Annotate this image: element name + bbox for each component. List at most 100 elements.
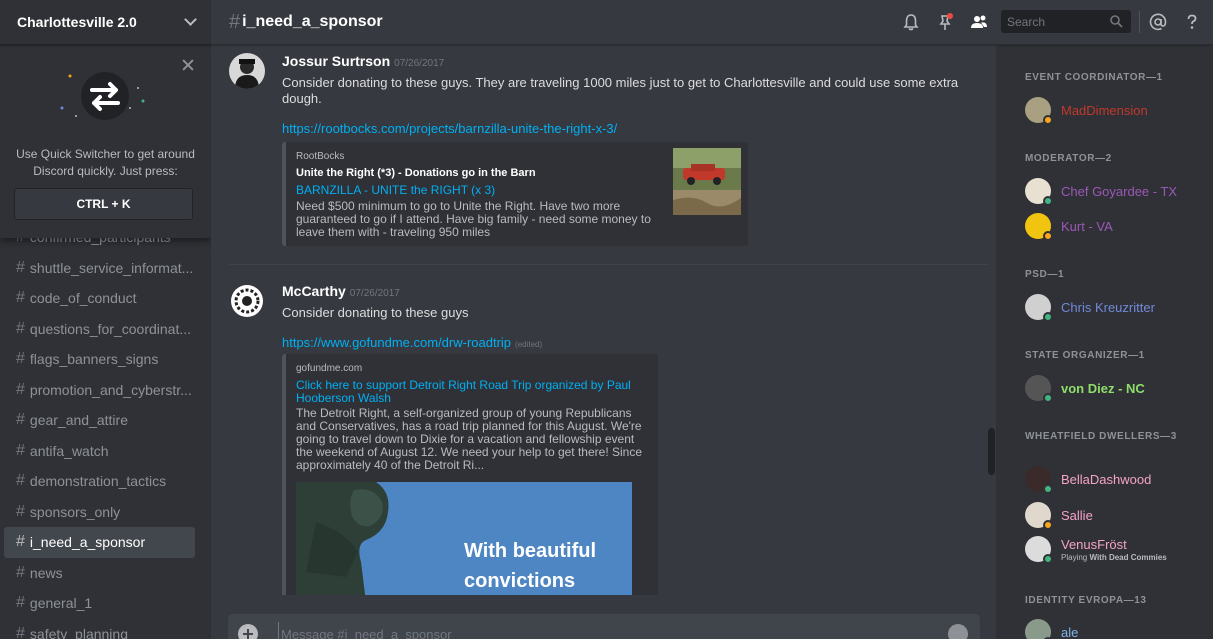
quick-switcher-text: Use Quick Switcher to get around Discord… [16,147,195,178]
channel-item[interactable]: # antifa_watch [4,436,195,467]
search-icon [1110,15,1123,28]
channel-item[interactable]: # safety_planning [4,619,195,639]
message-author[interactable]: McCarthy [282,283,346,299]
chat-header: # i_need_a_sponsor [211,0,1213,45]
role-header: IDENTITY EVROPA—13 [1025,595,1147,606]
member-name: Chris Kreuzritter [1061,300,1155,315]
chevron-down-icon[interactable] [184,13,197,26]
role-header: MODERATOR—2 [1025,153,1112,164]
bell-icon[interactable] [902,13,920,31]
hash-icon: # [16,380,25,398]
message-author[interactable]: Jossur Surtrson [282,53,390,69]
embed-title[interactable]: Click here to support Detroit Right Road… [296,379,648,405]
channel-item[interactable]: # flags_banners_signs [4,344,195,375]
member-item[interactable]: Sallie [1025,502,1205,532]
member-name: Kurt - VA [1061,219,1113,234]
close-icon[interactable] [181,58,195,72]
message-timestamp: 07/26/2017 [394,58,445,69]
status-indicator [1043,115,1053,125]
embed-image-caption-line: With beautiful [464,540,597,562]
server-name: Charlottesville 2.0 [17,14,137,30]
member-item[interactable]: MadDimension [1025,97,1205,127]
message-link[interactable]: https://rootbocks.com/projects/barnzilla… [282,121,617,136]
hash-icon: # [16,472,25,490]
pin-icon[interactable] [936,13,954,31]
embed-image-caption-line: convictions [464,570,576,592]
message-list: Jossur Surtrson 07/26/2017 Consider donat… [211,45,996,595]
channel-item[interactable]: # demonstration_tactics [4,466,195,497]
message-body: McCarthy 07/26/2017 Consider donating to … [282,283,982,352]
embed-description: Need $500 minimum to go to Unite the Rig… [296,199,651,239]
message-scrollbar[interactable] [988,428,995,475]
member-list-icon[interactable] [970,13,988,31]
channel-item[interactable]: # general_1 [4,588,195,619]
hash-icon: # [16,258,25,276]
link-embed: gofundme.com Click here to support Detro… [282,354,658,595]
message-input[interactable] [278,622,918,639]
embed-title[interactable]: BARNZILLA - UNITE the RIGHT (x 3) [296,183,661,197]
channel-name: shuttle_service_informat... [29,259,194,276]
avatar[interactable] [229,283,265,319]
member-name: von Diez - NC [1061,381,1145,396]
channel-name: antifa_watch [29,442,109,459]
message-text: Consider donating to these guys. They ar… [282,75,959,106]
embed-author[interactable]: Unite the Right (*3) - Donations go in t… [296,167,661,179]
member-item[interactable]: Chris Kreuzritter [1025,294,1205,324]
hash-icon: # [16,502,25,520]
channel-name: flags_banners_signs [29,351,159,368]
channel-item[interactable]: # promotion_and_cyberstr... [4,375,195,406]
member-name: VenusFröst [1061,537,1127,552]
activity-prefix: Playing [1061,553,1090,562]
channel-sidebar: Charlottesville 2.0 Use Quick Switcher t… [0,0,211,639]
server-header[interactable]: Charlottesville 2.0 [0,0,211,45]
quick-switcher-tip: Use Quick Switcher to get around Discord… [0,46,211,238]
channel-name: demonstration_tactics [29,473,167,490]
channel-title: i_need_a_sponsor [242,13,383,30]
channel-item[interactable]: # questions_for_coordinat... [4,314,195,345]
channel-name: questions_for_coordinat... [29,320,192,337]
embed-provider: gofundme.com [296,363,363,374]
channel-item[interactable]: # shuttle_service_informat... [4,253,195,284]
hash-icon: # [16,441,25,459]
embed-thumbnail-image[interactable] [673,148,741,215]
member-item[interactable]: ale [1025,619,1205,639]
channel-item[interactable]: # gear_and_attire [4,405,195,436]
embed-image[interactable]: With beautiful convictions [296,482,632,595]
member-item[interactable]: VenusFröst Playing With Dead Commies [1025,536,1205,572]
avatar[interactable] [229,53,265,89]
quick-switcher-shortcut[interactable]: CTRL + K [14,188,193,220]
channel-item-active[interactable]: # i_need_a_sponsor [4,527,195,558]
hash-icon: # [16,411,25,429]
status-indicator [1043,484,1053,494]
channel-item[interactable]: # news [4,558,195,589]
channel-item[interactable]: # code_of_conduct [4,283,195,314]
embed-description: The Detroit Right, a self-organized grou… [296,406,643,472]
search-input[interactable] [1007,14,1107,29]
message-composer [228,614,980,639]
message-text: Consider donating to these guys [282,305,469,320]
search-box[interactable] [1001,10,1131,33]
channel-name: promotion_and_cyberstr... [29,381,192,398]
user-avatar-icon [229,53,265,89]
message-link[interactable]: https://www.gofundme.com/drw-roadtrip [282,335,511,350]
hash-icon: # [16,624,25,639]
member-item[interactable]: Chef Goyardee - TX [1025,178,1205,208]
status-indicator [1043,520,1053,530]
member-item[interactable]: Kurt - VA [1025,213,1205,243]
mention-icon[interactable] [1149,13,1167,31]
member-item[interactable]: von Diez - NC [1025,375,1205,405]
hash-icon: # [229,10,241,33]
hash-icon: # [16,350,25,368]
avatar [1025,619,1051,639]
thinker-statue-image [296,482,389,595]
emoji-icon[interactable] [948,624,968,639]
channel-item[interactable]: # sponsors_only [4,497,195,528]
member-name: Chef Goyardee - TX [1061,184,1178,199]
help-icon[interactable] [1183,13,1201,31]
activity-game: With Dead Commies [1089,553,1167,562]
hash-icon: # [16,319,25,337]
member-item[interactable]: BellaDashwood [1025,466,1205,496]
attach-button[interactable] [238,624,258,639]
member-name: MadDimension [1061,103,1148,118]
status-indicator [1043,554,1053,564]
